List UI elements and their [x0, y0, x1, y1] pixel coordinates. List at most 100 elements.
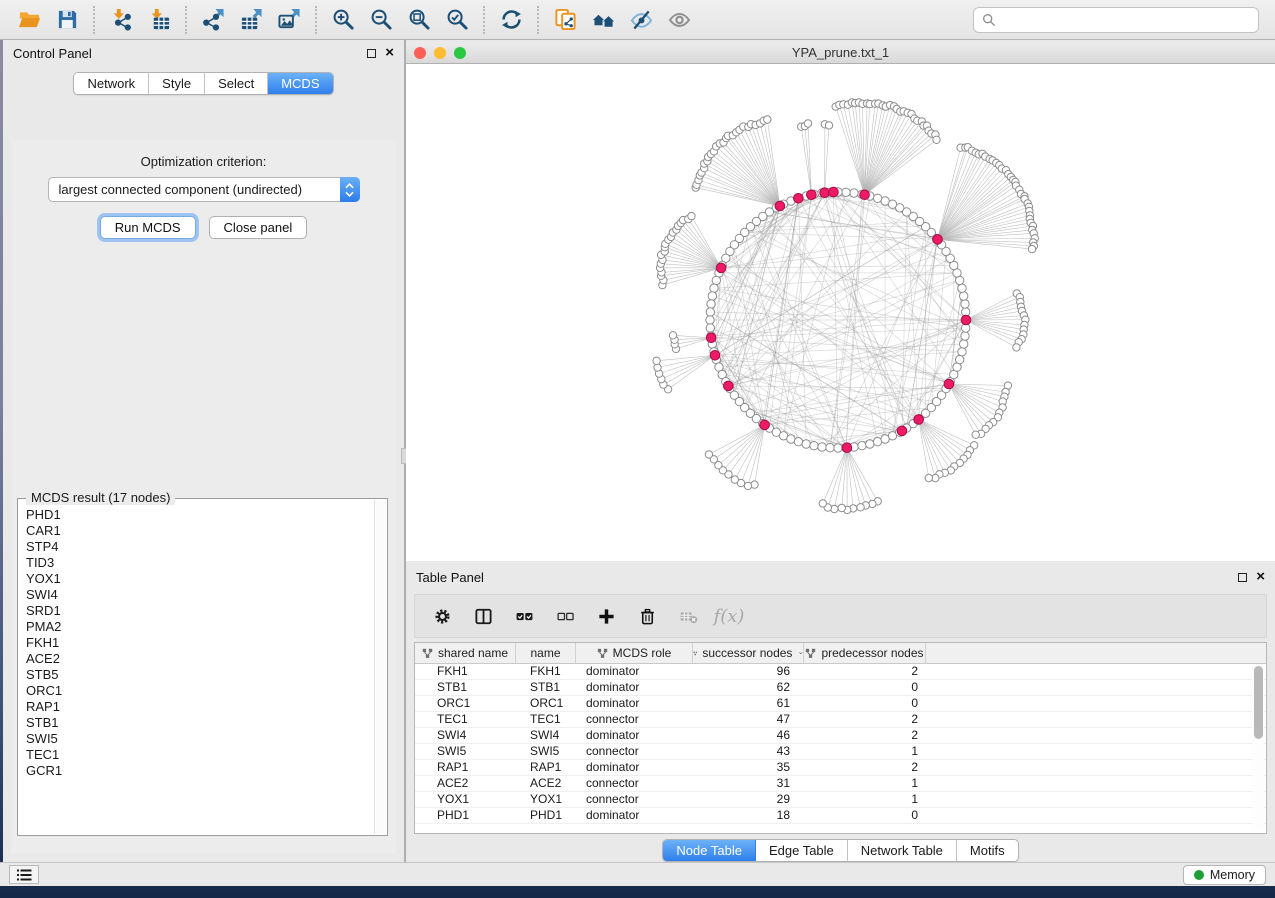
mcds-result-node[interactable]: PMA2 — [26, 619, 373, 635]
cell-successor-nodes[interactable]: 29 — [693, 792, 804, 807]
search-box[interactable] — [973, 7, 1259, 33]
mcds-result-node[interactable]: STP4 — [26, 539, 373, 555]
column-header-shared-name[interactable]: shared name — [415, 643, 516, 663]
mcds-result-node[interactable]: ACE2 — [26, 651, 373, 667]
zoom-selected-button[interactable] — [438, 5, 476, 35]
show-columns-button[interactable] — [470, 603, 496, 629]
cell-successor-nodes[interactable]: 62 — [693, 680, 804, 695]
memory-button[interactable]: Memory — [1183, 865, 1266, 885]
mcds-result-node[interactable]: CAR1 — [26, 523, 373, 539]
mcds-result-node[interactable]: TID3 — [26, 555, 373, 571]
cell-name[interactable]: SWI4 — [516, 728, 576, 743]
save-session-button[interactable] — [48, 5, 86, 35]
cell-MCDS-role[interactable]: connector — [576, 712, 693, 727]
delete-column-button[interactable] — [634, 603, 660, 629]
import-network-button[interactable] — [102, 5, 140, 35]
cell-MCDS-role[interactable]: dominator — [576, 664, 693, 679]
mcds-result-node[interactable]: TEC1 — [26, 747, 373, 763]
mcds-result-node[interactable]: YOX1 — [26, 571, 373, 587]
refresh-layout-button[interactable] — [492, 5, 530, 35]
column-header-name[interactable]: name — [516, 643, 576, 663]
cell-successor-nodes[interactable]: 35 — [693, 760, 804, 775]
hide-selected-button[interactable] — [622, 5, 660, 35]
zoom-fit-button[interactable] — [400, 5, 438, 35]
cell-predecessor-nodes[interactable]: 2 — [804, 760, 926, 775]
deselect-all-button[interactable] — [552, 603, 578, 629]
mcds-result-node[interactable]: FKH1 — [26, 635, 373, 651]
cell-predecessor-nodes[interactable]: 2 — [804, 664, 926, 679]
cell-predecessor-nodes[interactable]: 0 — [804, 696, 926, 711]
mcds-result-node[interactable]: STB5 — [26, 667, 373, 683]
tab-select[interactable]: Select — [205, 73, 268, 94]
cell-successor-nodes[interactable]: 31 — [693, 776, 804, 791]
cell-MCDS-role[interactable]: dominator — [576, 760, 693, 775]
mcds-result-node[interactable]: RAP1 — [26, 699, 373, 715]
zoom-out-button[interactable] — [362, 5, 400, 35]
table-row[interactable]: YOX1YOX1connector291 — [415, 792, 1266, 808]
cell-shared-name[interactable]: YOX1 — [415, 792, 516, 807]
cell-successor-nodes[interactable]: 61 — [693, 696, 804, 711]
cell-name[interactable]: RAP1 — [516, 760, 576, 775]
cell-MCDS-role[interactable]: connector — [576, 792, 693, 807]
table-scrollbar[interactable] — [1252, 665, 1264, 831]
select-all-button[interactable] — [511, 603, 537, 629]
cell-name[interactable]: SWI5 — [516, 744, 576, 759]
criterion-select[interactable]: largest connected component (undirected) — [48, 177, 360, 202]
search-input[interactable] — [1002, 13, 1250, 28]
task-history-button[interactable] — [9, 865, 39, 884]
mcds-result-list[interactable]: PHD1CAR1STP4TID3YOX1SWI4SRD1PMA2FKH1ACE2… — [26, 507, 373, 833]
cell-successor-nodes[interactable]: 18 — [693, 808, 804, 823]
table-row[interactable]: SWI5SWI5connector431 — [415, 744, 1266, 760]
mcds-result-node[interactable]: PHD1 — [26, 507, 373, 523]
cell-MCDS-role[interactable]: dominator — [576, 680, 693, 695]
table-row[interactable]: TEC1TEC1connector472 — [415, 712, 1266, 728]
show-all-button[interactable] — [660, 5, 698, 35]
cell-MCDS-role[interactable]: connector — [576, 776, 693, 791]
tab-network[interactable]: Network — [74, 73, 149, 94]
cell-predecessor-nodes[interactable]: 2 — [804, 712, 926, 727]
column-header-predecessor-nodes[interactable]: predecessor nodes — [804, 643, 926, 663]
cell-shared-name[interactable]: TEC1 — [415, 712, 516, 727]
column-header-MCDS-role[interactable]: MCDS role — [576, 643, 693, 663]
cell-predecessor-nodes[interactable]: 0 — [804, 808, 926, 823]
float-table-panel-icon[interactable] — [1238, 573, 1247, 582]
cell-shared-name[interactable]: RAP1 — [415, 760, 516, 775]
cell-shared-name[interactable]: SWI5 — [415, 744, 516, 759]
cell-MCDS-role[interactable]: dominator — [576, 808, 693, 823]
zoom-in-button[interactable] — [324, 5, 362, 35]
cell-shared-name[interactable]: SWI4 — [415, 728, 516, 743]
mcds-result-node[interactable]: SWI4 — [26, 587, 373, 603]
cell-successor-nodes[interactable]: 46 — [693, 728, 804, 743]
mcds-result-node[interactable]: GCR1 — [26, 763, 373, 779]
duplicate-network-button[interactable] — [546, 5, 584, 35]
table-scrollbar-thumb[interactable] — [1254, 666, 1263, 739]
network-canvas[interactable] — [406, 64, 1275, 561]
mcds-result-node[interactable]: SWI5 — [26, 731, 373, 747]
open-session-button[interactable] — [10, 5, 48, 35]
table-row[interactable]: ACE2ACE2connector311 — [415, 776, 1266, 792]
cell-name[interactable]: PHD1 — [516, 808, 576, 823]
cell-predecessor-nodes[interactable]: 2 — [804, 728, 926, 743]
network-titlebar[interactable]: YPA_prune.txt_1 — [406, 42, 1275, 64]
table-tab-network-table[interactable]: Network Table — [848, 840, 957, 861]
cell-predecessor-nodes[interactable]: 1 — [804, 776, 926, 791]
table-row[interactable]: STB1STB1dominator620 — [415, 680, 1266, 696]
cell-successor-nodes[interactable]: 47 — [693, 712, 804, 727]
cell-name[interactable]: FKH1 — [516, 664, 576, 679]
cell-MCDS-role[interactable]: connector — [576, 744, 693, 759]
cell-predecessor-nodes[interactable]: 0 — [804, 680, 926, 695]
export-image-button[interactable] — [270, 5, 308, 35]
table-row[interactable]: ORC1ORC1dominator610 — [415, 696, 1266, 712]
table-row[interactable]: FKH1FKH1dominator962 — [415, 664, 1266, 680]
cell-name[interactable]: YOX1 — [516, 792, 576, 807]
mcds-result-node[interactable]: SRD1 — [26, 603, 373, 619]
table-options-button[interactable] — [429, 603, 455, 629]
tab-style[interactable]: Style — [149, 73, 205, 94]
float-panel-icon[interactable] — [367, 49, 376, 58]
table-row[interactable]: SWI4SWI4dominator462 — [415, 728, 1266, 744]
mcds-result-node[interactable]: STB1 — [26, 715, 373, 731]
cell-predecessor-nodes[interactable]: 1 — [804, 744, 926, 759]
first-neighbors-button[interactable] — [584, 5, 622, 35]
cell-shared-name[interactable]: PHD1 — [415, 808, 516, 823]
cell-shared-name[interactable]: FKH1 — [415, 664, 516, 679]
